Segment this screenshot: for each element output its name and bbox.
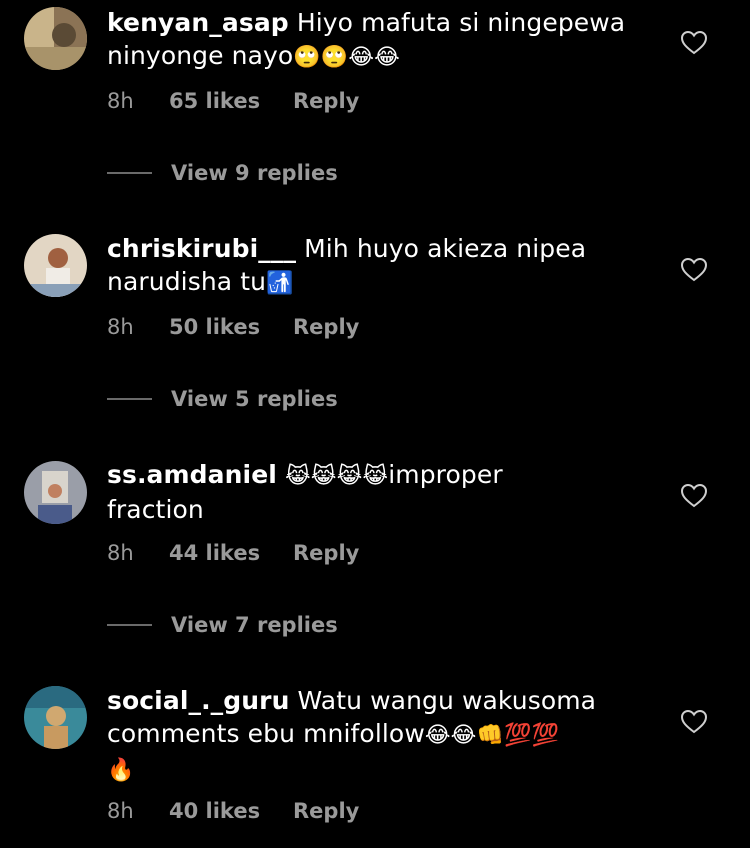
comment-text: social_._guru Watu wangu wakusoma commen… <box>107 684 647 787</box>
comment-text: chriskirubi___ Mih huyo akieza nipea nar… <box>107 232 647 300</box>
comment-username[interactable]: kenyan_asap <box>107 8 289 37</box>
comment-message-line2: ninyonge nayo <box>107 41 294 70</box>
likes-count[interactable]: 65 likes <box>169 89 293 113</box>
emoji-group: 😹😹😹😹 <box>284 464 389 489</box>
likes-count[interactable]: 40 likes <box>169 799 293 823</box>
avatar-image <box>24 234 87 297</box>
avatar-image <box>24 7 87 70</box>
emoji-group: 😂😂👊💯💯 <box>424 723 559 748</box>
view-replies-button[interactable]: View 9 replies <box>107 161 338 185</box>
comment-time: 8h <box>107 315 134 339</box>
comment-username[interactable]: social_._guru <box>107 686 290 715</box>
reply-button[interactable]: Reply <box>293 89 359 113</box>
fire-emoji: 🔥 <box>107 758 135 783</box>
comment-meta: 8h 50 likes Reply <box>107 315 359 339</box>
comment-text: kenyan_asap Hiyo mafuta si ningepewa nin… <box>107 6 647 74</box>
heart-outline-icon[interactable] <box>680 483 708 509</box>
comment-username[interactable]: chriskirubi___ <box>107 234 296 263</box>
avatar-image <box>24 686 87 749</box>
heart-outline-icon[interactable] <box>680 257 708 283</box>
likes-count[interactable]: 44 likes <box>169 541 293 565</box>
divider-line <box>107 624 152 626</box>
avatar[interactable] <box>24 686 87 749</box>
comment-text: ss.amdaniel 😹😹😹😹improper fraction <box>107 458 647 526</box>
view-replies-label: View 9 replies <box>171 161 338 185</box>
view-replies-label: View 7 replies <box>171 613 338 637</box>
emoji-group: 🚮 <box>266 271 294 296</box>
reply-button[interactable]: Reply <box>293 315 359 339</box>
view-replies-button[interactable]: View 5 replies <box>107 387 338 411</box>
reply-button[interactable]: Reply <box>293 541 359 565</box>
comment-message: Watu wangu wakusoma <box>289 686 597 715</box>
likes-count[interactable]: 50 likes <box>169 315 293 339</box>
avatar-image <box>24 461 87 524</box>
divider-line <box>107 398 152 400</box>
heart-outline-icon[interactable] <box>680 30 708 56</box>
comment-time: 8h <box>107 799 134 823</box>
comment-message-line2: fraction <box>107 495 204 524</box>
comment-message-line2: comments ebu mnifollow <box>107 719 425 748</box>
comment-username[interactable]: ss.amdaniel <box>107 460 277 489</box>
divider-line <box>107 172 152 174</box>
heart-outline-icon[interactable] <box>680 709 708 735</box>
comment-meta: 8h 44 likes Reply <box>107 541 359 565</box>
comment-time: 8h <box>107 89 134 113</box>
comment-message: improper <box>388 460 503 489</box>
comment-time: 8h <box>107 541 134 565</box>
avatar[interactable] <box>24 461 87 524</box>
comment-meta: 8h 65 likes Reply <box>107 89 359 113</box>
avatar[interactable] <box>24 234 87 297</box>
comment-message: Hiyo mafuta si ningepewa <box>288 8 626 37</box>
reply-button[interactable]: Reply <box>293 799 359 823</box>
comment-message: Mih huyo akieza nipea <box>296 234 587 263</box>
view-replies-label: View 5 replies <box>171 387 338 411</box>
view-replies-button[interactable]: View 7 replies <box>107 613 338 637</box>
comment-meta: 8h 40 likes Reply <box>107 799 359 823</box>
comment-message-line2: narudisha tu <box>107 267 267 296</box>
emoji-group: 🙄🙄😂😂 <box>293 45 400 70</box>
avatar[interactable] <box>24 7 87 70</box>
